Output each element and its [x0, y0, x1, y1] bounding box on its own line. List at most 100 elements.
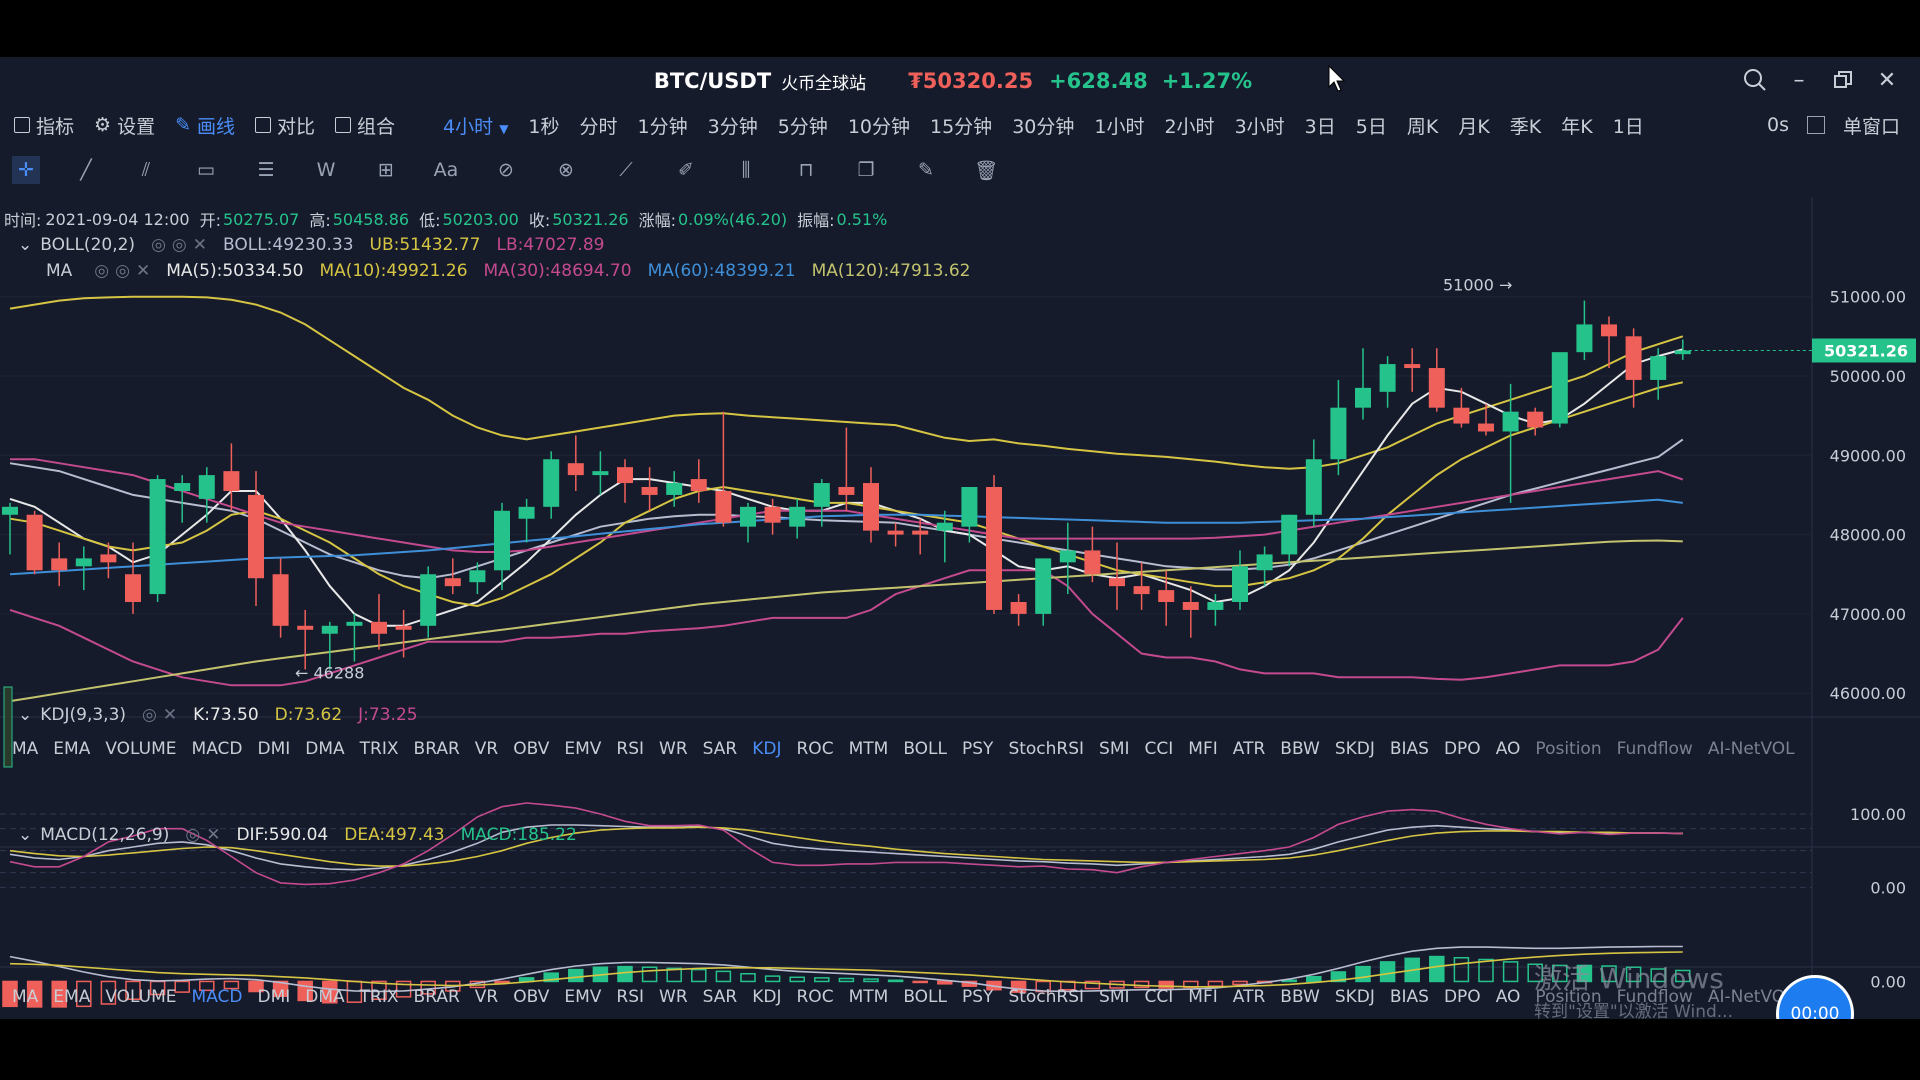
candle-body [1650, 356, 1667, 380]
indicator-tab-dma[interactable]: DMA [305, 739, 344, 759]
indicator-tab-kdj[interactable]: KDJ [752, 987, 781, 1007]
indicator-tab-fundflow[interactable]: Fundflow [1617, 739, 1693, 759]
indicator-tab-mfi[interactable]: MFI [1188, 987, 1217, 1007]
indicator-tab-trix[interactable]: TRIX [360, 987, 399, 1007]
indicator-tab-macd[interactable]: MACD [192, 739, 243, 759]
indicator-tab-cci[interactable]: CCI [1145, 739, 1174, 759]
indicator-tab-bias[interactable]: BIAS [1390, 987, 1429, 1007]
macd-value: MACD:185.22 [460, 825, 577, 845]
indicator-tab-kdj[interactable]: KDJ [752, 739, 781, 759]
remove-indicator-icon[interactable]: ✕ [206, 825, 220, 845]
collapse-icon[interactable]: ⌄ [18, 235, 32, 255]
ma30-value: MA(30):48694.70 [483, 261, 632, 281]
indicator-tab-bbw[interactable]: BBW [1280, 987, 1320, 1007]
remove-indicator-icon[interactable]: ✕ [193, 235, 207, 255]
indicator-tab-boll[interactable]: BOLL [903, 739, 947, 759]
settings-small-icon[interactable]: ◎ [115, 261, 130, 281]
indicator-tab-ai-netvol[interactable]: AI-NetVOL [1708, 739, 1795, 759]
indicator-tabs-kdj: MA EMA VOLUME MACD DMI DMA TRIX BRAR VR OBV EMV RSI… [12, 733, 1810, 765]
indicator-tab-skdj[interactable]: SKDJ [1335, 987, 1375, 1007]
indicator-tab-mtm[interactable]: MTM [849, 739, 889, 759]
indicator-tab-position[interactable]: Position [1535, 739, 1601, 759]
indicator-tab-smi[interactable]: SMI [1099, 987, 1129, 1007]
indicator-tab-wr[interactable]: WR [659, 739, 688, 759]
settings-small-icon[interactable]: ◎ [172, 235, 187, 255]
candle-body [936, 522, 953, 531]
candle-body [1428, 368, 1445, 408]
macd-bar [1478, 958, 1494, 983]
remove-indicator-icon[interactable]: ✕ [163, 705, 177, 725]
indicator-tab-ao[interactable]: AO [1496, 739, 1521, 759]
indicator-tab-atr[interactable]: ATR [1233, 739, 1266, 759]
indicator-tab-mtm[interactable]: MTM [849, 987, 889, 1007]
candle-body [1084, 550, 1101, 575]
y-tick-label: 48000.00 [1830, 526, 1906, 545]
candle-body [1478, 423, 1494, 432]
indicator-tab-emv[interactable]: EMV [564, 987, 601, 1007]
indicator-tab-stochrsi[interactable]: StochRSI [1008, 739, 1084, 759]
indicator-tab-volume[interactable]: VOLUME [105, 739, 176, 759]
indicator-tab-atr[interactable]: ATR [1233, 987, 1266, 1007]
remove-indicator-icon[interactable]: ✕ [136, 261, 150, 281]
y-tick-label: 51000.00 [1830, 288, 1906, 307]
y-tick-label: 49000.00 [1830, 446, 1906, 465]
collapse-icon[interactable]: ⌄ [18, 825, 32, 845]
indicator-tab-rsi[interactable]: RSI [616, 987, 644, 1007]
indicator-tab-bbw[interactable]: BBW [1280, 739, 1320, 759]
indicator-tab-obv[interactable]: OBV [513, 987, 549, 1007]
indicator-tab-ma[interactable]: MA [12, 987, 38, 1007]
indicator-tab-wr[interactable]: WR [659, 987, 688, 1007]
indicator-tab-stochrsi[interactable]: StochRSI [1008, 987, 1084, 1007]
indicator-tab-ma[interactable]: MA [12, 739, 38, 759]
indicator-tab-volume[interactable]: VOLUME [105, 987, 176, 1007]
indicator-tab-brar[interactable]: BRAR [414, 739, 460, 759]
indicator-tab-dmi[interactable]: DMI [258, 739, 291, 759]
candle-body [1674, 350, 1691, 355]
collapse-icon[interactable]: ⌄ [18, 705, 32, 725]
indicator-tab-rsi[interactable]: RSI [616, 739, 644, 759]
indicator-tab-psy[interactable]: PSY [962, 987, 993, 1007]
indicator-tab-skdj[interactable]: SKDJ [1335, 739, 1375, 759]
indicator-tab-dmi[interactable]: DMI [258, 987, 291, 1007]
indicator-tab-roc[interactable]: ROC [797, 987, 834, 1007]
indicator-tab-bias[interactable]: BIAS [1390, 739, 1429, 759]
eye-icon[interactable]: ◎ [151, 235, 166, 255]
candle-body [444, 578, 461, 587]
eye-icon[interactable]: ◎ [94, 261, 109, 281]
indicator-tab-dma[interactable]: DMA [305, 987, 344, 1007]
indicator-tab-brar[interactable]: BRAR [414, 987, 460, 1007]
indicator-tab-dpo[interactable]: DPO [1444, 739, 1481, 759]
indicator-tab-roc[interactable]: ROC [797, 739, 834, 759]
indicator-tab-ao[interactable]: AO [1496, 987, 1521, 1007]
indicator-tab-ema[interactable]: EMA [53, 739, 90, 759]
indicator-tab-macd[interactable]: MACD [192, 987, 243, 1007]
settings-small-icon[interactable]: ◎ [142, 705, 157, 725]
boll-ub: UB:51432.77 [369, 235, 481, 255]
indicator-tab-sar[interactable]: SAR [703, 739, 738, 759]
settings-small-icon[interactable]: ◎ [185, 825, 200, 845]
indicator-tab-psy[interactable]: PSY [962, 739, 993, 759]
indicator-tab-sar[interactable]: SAR [703, 987, 738, 1007]
candle-body [2, 506, 18, 515]
indicator-tab-dpo[interactable]: DPO [1444, 987, 1481, 1007]
indicator-tab-obv[interactable]: OBV [513, 739, 549, 759]
timer-text: 00:00 [1790, 1004, 1840, 1019]
price-chart[interactable]: 51000.00 50000.00 49000.00 48000.00 47000.00… [0, 57, 1920, 1019]
indicator-tab-vr[interactable]: VR [475, 739, 498, 759]
indicator-tab-trix[interactable]: TRIX [360, 739, 399, 759]
indicator-tab-smi[interactable]: SMI [1099, 739, 1129, 759]
candle-body [420, 574, 437, 626]
indicator-tab-vr[interactable]: VR [475, 987, 498, 1007]
candle-body [1133, 586, 1150, 595]
price-tag: 50321.26 [1824, 342, 1908, 361]
candle-body [1625, 336, 1642, 380]
indicator-tab-boll[interactable]: BOLL [903, 987, 947, 1007]
candle-body [346, 621, 363, 626]
indicator-tab-emv[interactable]: EMV [564, 739, 601, 759]
indicator-tab-ema[interactable]: EMA [53, 987, 90, 1007]
candle-body [149, 479, 166, 595]
candle-body [272, 574, 289, 626]
scroll-marker [3, 686, 13, 768]
indicator-tab-cci[interactable]: CCI [1145, 987, 1174, 1007]
indicator-tab-mfi[interactable]: MFI [1188, 739, 1217, 759]
